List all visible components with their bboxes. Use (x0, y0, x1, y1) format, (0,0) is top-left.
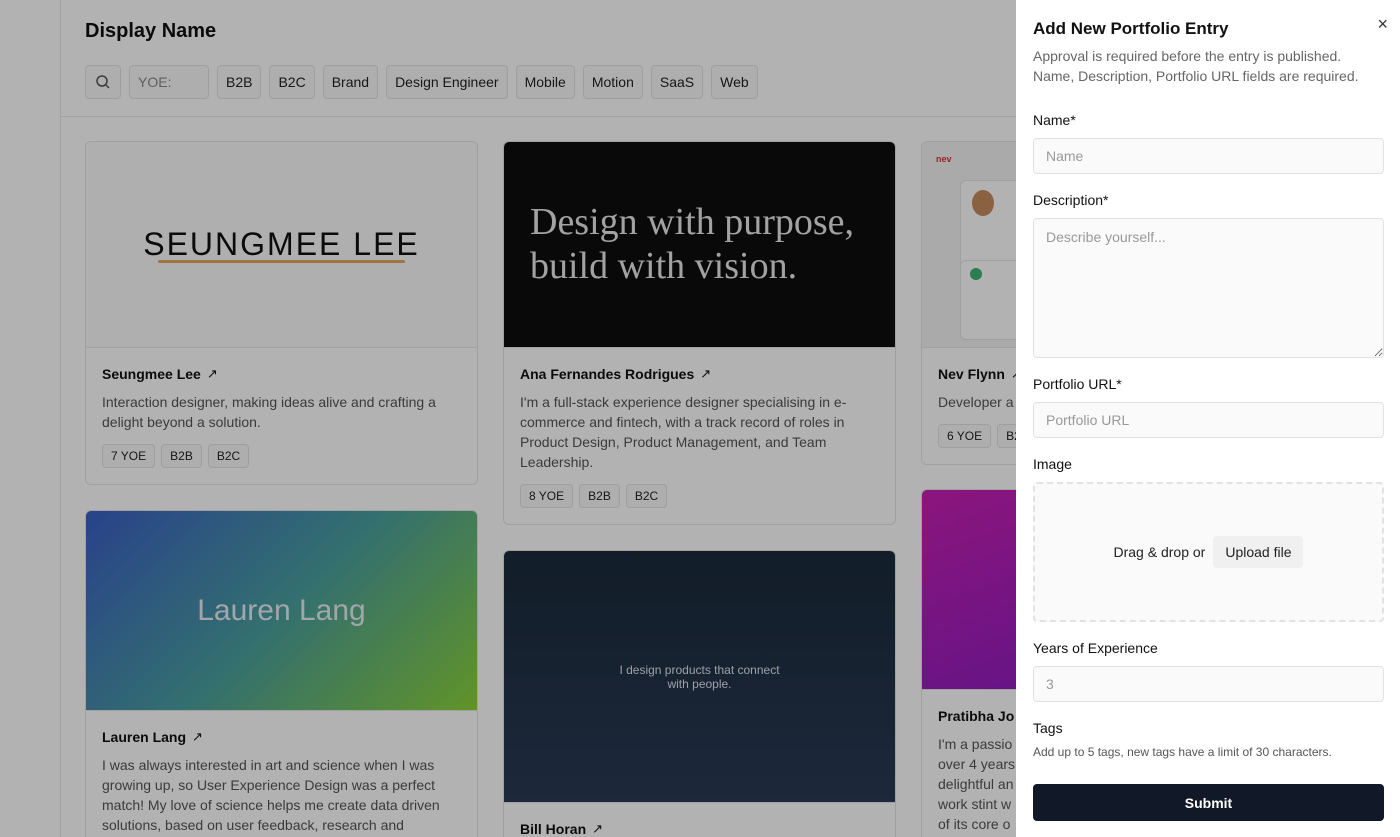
drawer-title: Add New Portfolio Entry (1033, 19, 1229, 38)
upload-file-button[interactable]: Upload file (1213, 536, 1304, 568)
drawer-subtitle-line: Name, Description, Portfolio URL fields … (1033, 68, 1359, 84)
close-icon[interactable]: × (1377, 14, 1388, 35)
description-label: Description* (1033, 192, 1109, 208)
tags-hint: Add up to 5 tags, new tags have a limit … (1033, 745, 1332, 759)
drawer-subtitle: Approval is required before the entry is… (1033, 46, 1393, 86)
name-input[interactable] (1033, 138, 1384, 174)
drawer-subtitle-line: Approval is required before the entry is… (1033, 48, 1342, 64)
years-experience-input[interactable] (1033, 666, 1384, 702)
tags-label: Tags (1033, 720, 1063, 736)
dropzone-text: Drag & drop or (1113, 544, 1206, 560)
add-entry-drawer: Add New Portfolio Entry × Approval is re… (1016, 0, 1400, 837)
modal-overlay[interactable] (0, 0, 1016, 837)
years-experience-label: Years of Experience (1033, 640, 1158, 656)
portfolio-url-input[interactable] (1033, 402, 1384, 438)
submit-button[interactable]: Submit (1033, 784, 1384, 821)
description-textarea[interactable] (1033, 218, 1384, 358)
name-label: Name* (1033, 112, 1076, 128)
image-dropzone[interactable]: Drag & drop or Upload file (1033, 482, 1384, 622)
image-label: Image (1033, 456, 1072, 472)
portfolio-url-label: Portfolio URL* (1033, 376, 1122, 392)
